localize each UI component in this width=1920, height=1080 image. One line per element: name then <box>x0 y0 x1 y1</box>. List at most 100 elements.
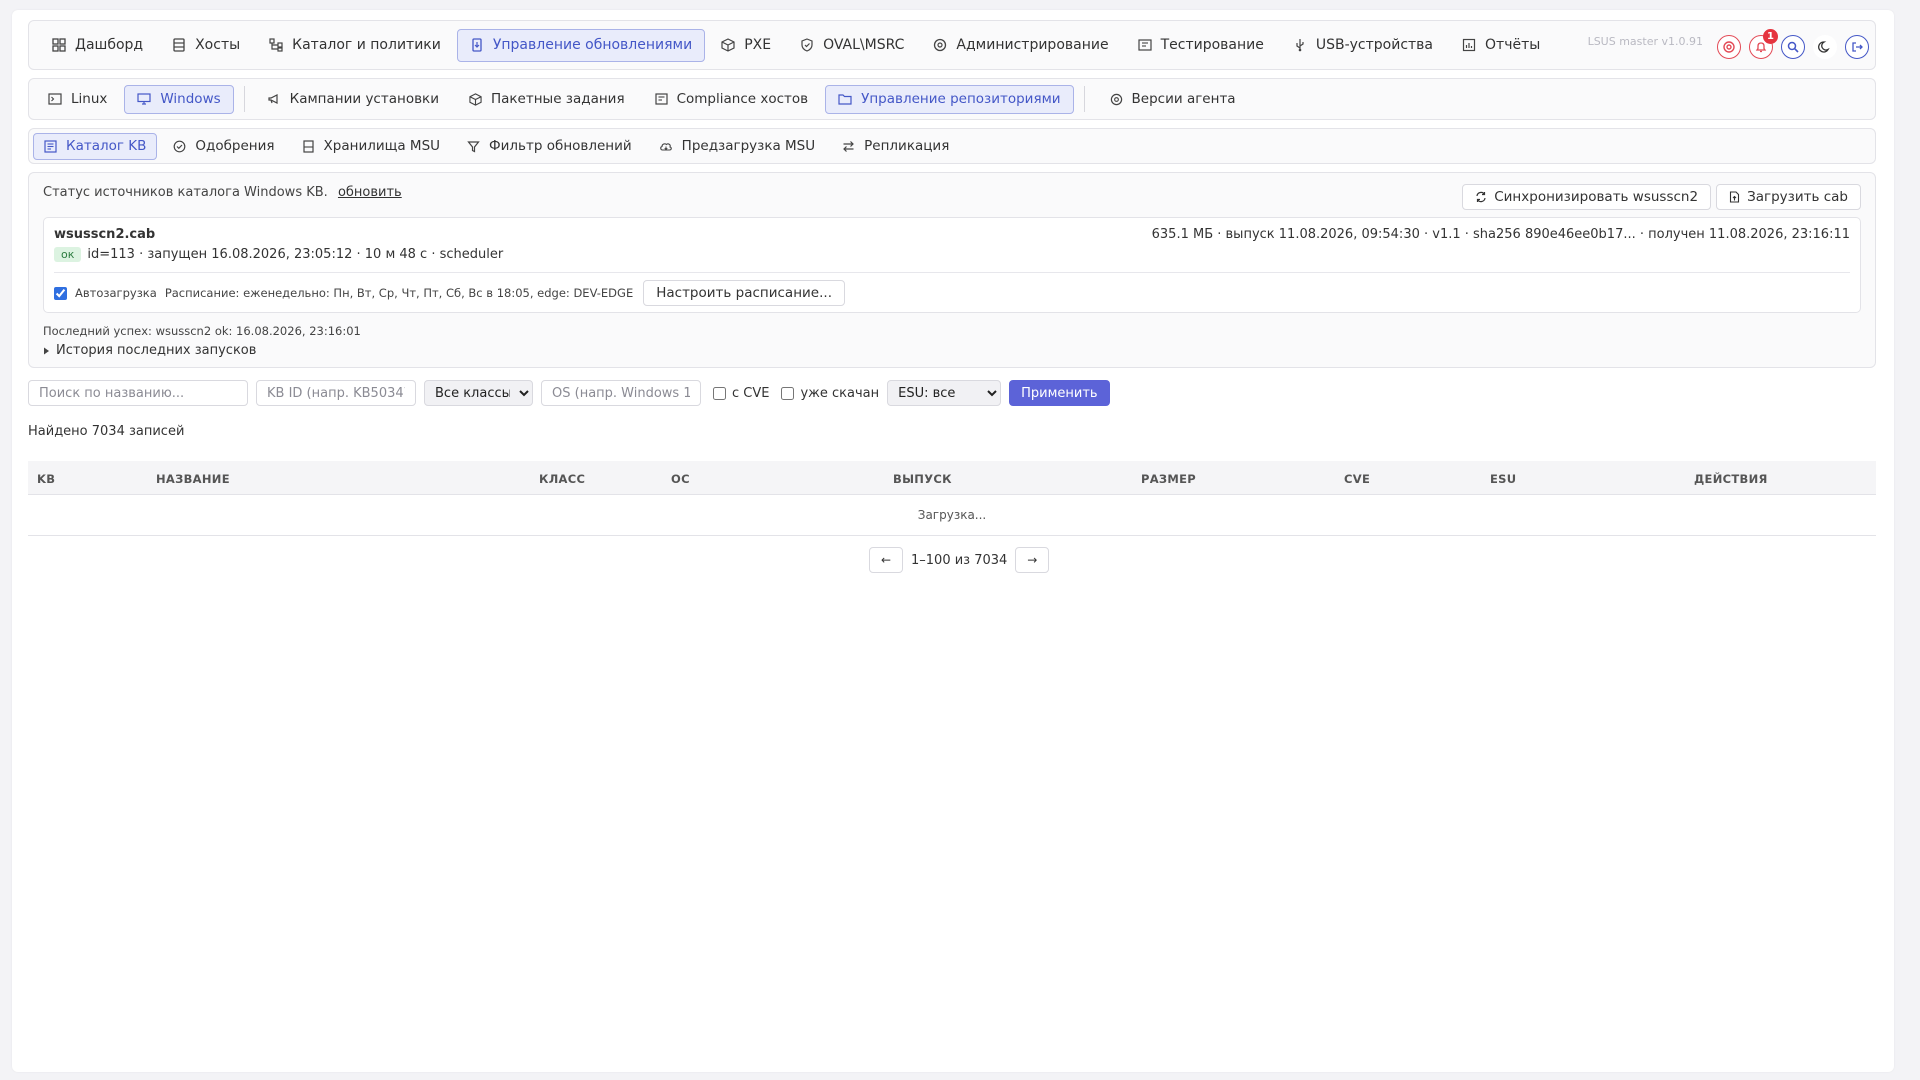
col-release[interactable]: ВЫПУСК <box>893 472 952 486</box>
status-actions: Синхронизировать wsusscn2 Загрузить cab <box>1462 184 1861 210</box>
search-icon <box>1787 41 1799 53</box>
refresh-link[interactable]: обновить <box>338 185 402 200</box>
nav-reports[interactable]: Отчёты <box>1449 29 1553 62</box>
kb-id-input[interactable] <box>256 380 416 406</box>
esu-select[interactable]: ESU: все <box>887 380 1002 406</box>
sync-wsusscn2-button[interactable]: Синхронизировать wsusscn2 <box>1462 184 1712 210</box>
cloud-download-icon <box>659 142 672 151</box>
next-page-button[interactable]: → <box>1015 547 1050 573</box>
moon-icon <box>1818 41 1830 53</box>
search-input[interactable] <box>28 380 248 406</box>
run-info-text: id=113 · запущен 16.08.2026, 23:05:12 · … <box>87 247 504 262</box>
downloaded-filter[interactable]: уже скачан <box>781 386 879 401</box>
run-history-toggle[interactable]: История последних запусков <box>43 343 256 358</box>
cve-checkbox[interactable] <box>713 386 726 400</box>
os-tab-windows[interactable]: Windows <box>124 84 234 114</box>
tab-kb-catalog[interactable]: Каталог KB <box>33 132 158 160</box>
tab-label: Хранилища MSU <box>323 138 441 154</box>
source-card-wsusscn2: wsusscn2.cab 635.1 МБ · выпуск 11.08.202… <box>43 217 1861 313</box>
upload-cab-button[interactable]: Загрузить cab <box>1716 184 1861 210</box>
source-meta: 635.1 МБ · выпуск 11.08.2026, 09:54:30 ·… <box>1151 227 1850 242</box>
col-os[interactable]: ОС <box>671 472 690 486</box>
status-badge: ок <box>54 247 82 262</box>
repository-subnav: Каталог KB Одобрения Хранилища MSU Фильт… <box>28 128 1876 164</box>
subnav-host-compliance[interactable]: Compliance хостов <box>642 85 822 114</box>
nav-usb-devices[interactable]: USB-устройства <box>1280 29 1446 62</box>
table-loading-row: Загрузка... <box>28 495 1876 536</box>
subnav-batch-jobs[interactable]: Пакетные задания <box>456 85 638 114</box>
subnav-repository-management[interactable]: Управление репозиториями <box>825 84 1074 114</box>
filter-icon <box>467 140 480 152</box>
subnav-label: Версии агента <box>1131 91 1236 107</box>
app-page: Дашборд Хосты Каталог и политики Управле… <box>12 10 1894 1072</box>
usb-icon <box>1296 39 1304 52</box>
os-tab-linux[interactable]: Linux <box>35 85 120 114</box>
file-upload-icon <box>1730 191 1740 203</box>
dashboard-icon <box>52 38 66 52</box>
subnav-label: Пакетные задания <box>490 91 625 107</box>
found-count: Найдено 7034 записей <box>28 424 185 439</box>
col-esu[interactable]: ESU <box>1490 472 1516 486</box>
nav-label: Хосты <box>195 37 241 53</box>
nav-label: Администрирование <box>956 37 1109 53</box>
folder-icon <box>838 94 852 105</box>
upload-button-label: Загрузить cab <box>1747 189 1848 205</box>
tab-update-filter[interactable]: Фильтр обновлений <box>456 133 643 160</box>
nav-dashboard[interactable]: Дашборд <box>39 29 156 62</box>
package-icon <box>469 92 482 106</box>
last-success-text: Последний успех: wsusscn2 ok: 16.08.2026… <box>43 324 361 338</box>
col-kb[interactable]: KB <box>37 472 55 486</box>
server-icon <box>173 38 185 52</box>
nav-oval-msrc[interactable]: OVAL\MSRC <box>787 29 917 62</box>
os-tab-label: Linux <box>71 91 108 107</box>
nav-administration[interactable]: Администрирование <box>920 29 1121 62</box>
check-circle-icon <box>173 140 186 152</box>
theme-toggle-button[interactable] <box>1813 35 1837 59</box>
os-input[interactable] <box>541 380 701 406</box>
nav-testing[interactable]: Тестирование <box>1125 29 1277 62</box>
tab-label: Фильтр обновлений <box>489 138 632 154</box>
tab-approvals[interactable]: Одобрения <box>162 133 285 160</box>
subnav-install-campaigns[interactable]: Кампании установки <box>255 85 452 114</box>
sync-icon <box>1476 191 1486 203</box>
subnav-agent-versions[interactable]: Версии агента <box>1097 85 1249 114</box>
top-navigation: Дашборд Хосты Каталог и политики Управле… <box>28 20 1876 70</box>
kb-filters: Все классы с CVE уже скачан ESU: все При… <box>28 380 1110 406</box>
nav-pxe[interactable]: PXE <box>708 29 784 62</box>
tree-icon <box>269 38 283 52</box>
pagination: ← 1–100 из 7034 → <box>869 547 1050 573</box>
cve-filter[interactable]: с CVE <box>713 386 769 401</box>
page-range: 1–100 из 7034 <box>911 552 1008 568</box>
tab-replication[interactable]: Репликация <box>831 133 960 160</box>
status-title: Статус источников каталога Windows KB. о… <box>43 185 402 200</box>
nav-update-management[interactable]: Управление обновлениями <box>456 28 706 62</box>
class-select[interactable]: Все классы <box>424 380 533 406</box>
col-name[interactable]: НАЗВАНИЕ <box>156 472 230 486</box>
nav-label: OVAL\MSRC <box>823 37 905 53</box>
sync-button-label: Синхронизировать wsusscn2 <box>1494 189 1699 205</box>
prev-page-button[interactable]: ← <box>869 547 903 573</box>
notifications-button[interactable]: 1 <box>1749 29 1778 59</box>
nav-catalog-policies[interactable]: Каталог и политики <box>256 29 454 62</box>
app-version: LSUS master v1.0.91 <box>1587 35 1703 48</box>
help-button[interactable] <box>1717 35 1741 59</box>
nav-hosts[interactable]: Хосты <box>159 29 253 62</box>
col-size[interactable]: РАЗМЕР <box>1141 472 1196 486</box>
apply-filters-button[interactable]: Применить <box>1009 380 1110 406</box>
search-button[interactable] <box>1781 35 1805 59</box>
col-cve[interactable]: CVE <box>1344 472 1370 486</box>
nav-label: USB-устройства <box>1315 37 1434 53</box>
tab-msu-preload[interactable]: Предзагрузка MSU <box>648 133 826 160</box>
subnav-label: Кампании установки <box>289 91 439 107</box>
downloaded-checkbox[interactable] <box>781 386 795 400</box>
configure-schedule-button[interactable]: Настроить расписание... <box>643 280 845 306</box>
autoload-checkbox[interactable] <box>54 286 67 300</box>
tab-label: Предзагрузка MSU <box>681 138 816 154</box>
col-class[interactable]: КЛАСС <box>539 472 585 486</box>
subnav-label: Compliance хостов <box>676 91 809 107</box>
logout-button[interactable] <box>1845 35 1869 59</box>
catalog-source-status-panel: Статус источников каталога Windows KB. о… <box>28 172 1876 368</box>
swap-icon <box>843 140 854 152</box>
header-actions: 1 <box>1717 29 1869 59</box>
tab-msu-storage[interactable]: Хранилища MSU <box>291 133 451 160</box>
